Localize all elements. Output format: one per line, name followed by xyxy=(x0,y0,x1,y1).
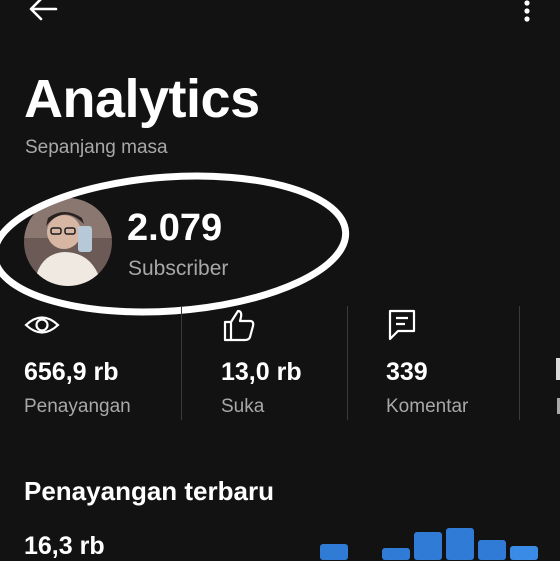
views-label: Penayangan xyxy=(24,396,131,417)
stat-divider xyxy=(347,306,348,420)
sparkline-bar xyxy=(320,544,348,560)
sparkline-bar xyxy=(446,528,474,560)
comment-icon xyxy=(388,309,416,341)
thumbs-up-icon xyxy=(223,309,255,342)
likes-label: Suka xyxy=(221,396,265,417)
recent-views-sparkline[interactable] xyxy=(0,520,560,560)
back-arrow-icon[interactable] xyxy=(26,0,60,30)
stat-divider xyxy=(181,306,182,420)
sparkline-bar xyxy=(510,546,538,560)
comments-label: Komentar xyxy=(386,396,469,417)
page-title: Analytics xyxy=(24,69,260,129)
period-label: Sepanjang masa xyxy=(25,137,168,158)
sparkline-bar xyxy=(382,548,410,560)
comments-value: 339 xyxy=(386,358,428,386)
sparkline-bar xyxy=(414,532,442,560)
recent-views-title: Penayangan terbaru xyxy=(24,476,274,506)
stat-divider xyxy=(519,306,520,420)
highlight-circle-annotation xyxy=(0,172,350,316)
more-options-icon[interactable] xyxy=(517,0,537,26)
eye-icon xyxy=(24,316,60,334)
likes-value: 13,0 rb xyxy=(221,358,302,386)
top-bar xyxy=(0,0,560,30)
next-stat-partial xyxy=(556,358,560,380)
views-value: 656,9 rb xyxy=(24,358,119,386)
sparkline-bar xyxy=(478,540,506,560)
